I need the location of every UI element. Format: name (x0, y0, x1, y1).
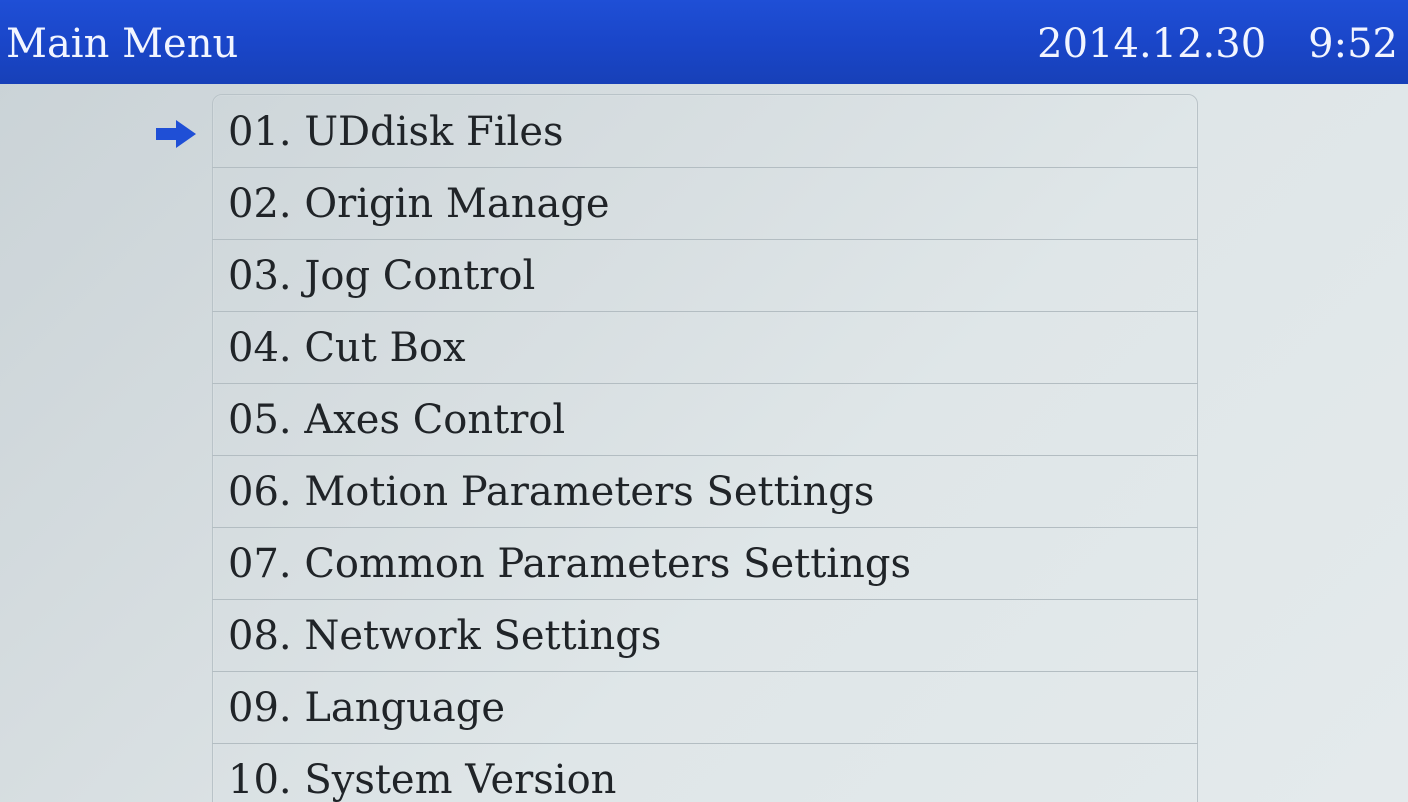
menu-item-common-parameters-settings[interactable]: 07. Common Parameters Settings (212, 528, 1198, 600)
title-bar: Main Menu 2014.12.30 9:52 (0, 0, 1408, 84)
datetime-display: 2014.12.30 9:52 (1037, 22, 1398, 66)
menu-item-motion-parameters-settings[interactable]: 06. Motion Parameters Settings (212, 456, 1198, 528)
date-text: 2014.12.30 (1037, 21, 1267, 67)
menu-item-axes-control[interactable]: 05. Axes Control (212, 384, 1198, 456)
menu-item-label: 02. Origin Manage (228, 181, 610, 227)
menu-item-label: 03. Jog Control (228, 253, 536, 299)
menu-item-language[interactable]: 09. Language (212, 672, 1198, 744)
menu-item-label: 10. System Version (228, 757, 617, 802)
menu-item-jog-control[interactable]: 03. Jog Control (212, 240, 1198, 312)
menu-item-label: 05. Axes Control (228, 397, 566, 443)
menu-item-label: 09. Language (228, 685, 505, 731)
menu-item-label: 06. Motion Parameters Settings (228, 469, 875, 515)
menu-item-label: 04. Cut Box (228, 325, 466, 371)
main-menu-list: 01. UDdisk Files 02. Origin Manage 03. J… (212, 96, 1198, 802)
page-title: Main Menu (6, 21, 239, 67)
menu-item-network-settings[interactable]: 08. Network Settings (212, 600, 1198, 672)
menu-item-cut-box[interactable]: 04. Cut Box (212, 312, 1198, 384)
menu-item-label: 08. Network Settings (228, 613, 662, 659)
time-text: 9:52 (1308, 21, 1398, 67)
menu-item-system-version[interactable]: 10. System Version (212, 744, 1198, 802)
right-arrow-icon (156, 120, 196, 148)
menu-item-origin-manage[interactable]: 02. Origin Manage (212, 168, 1198, 240)
lcd-screen: Main Menu 2014.12.30 9:52 01. UDdisk Fil… (0, 0, 1408, 802)
menu-item-uddisk-files[interactable]: 01. UDdisk Files (212, 96, 1198, 168)
menu-item-label: 07. Common Parameters Settings (228, 541, 911, 587)
menu-item-label: 01. UDdisk Files (228, 109, 564, 155)
